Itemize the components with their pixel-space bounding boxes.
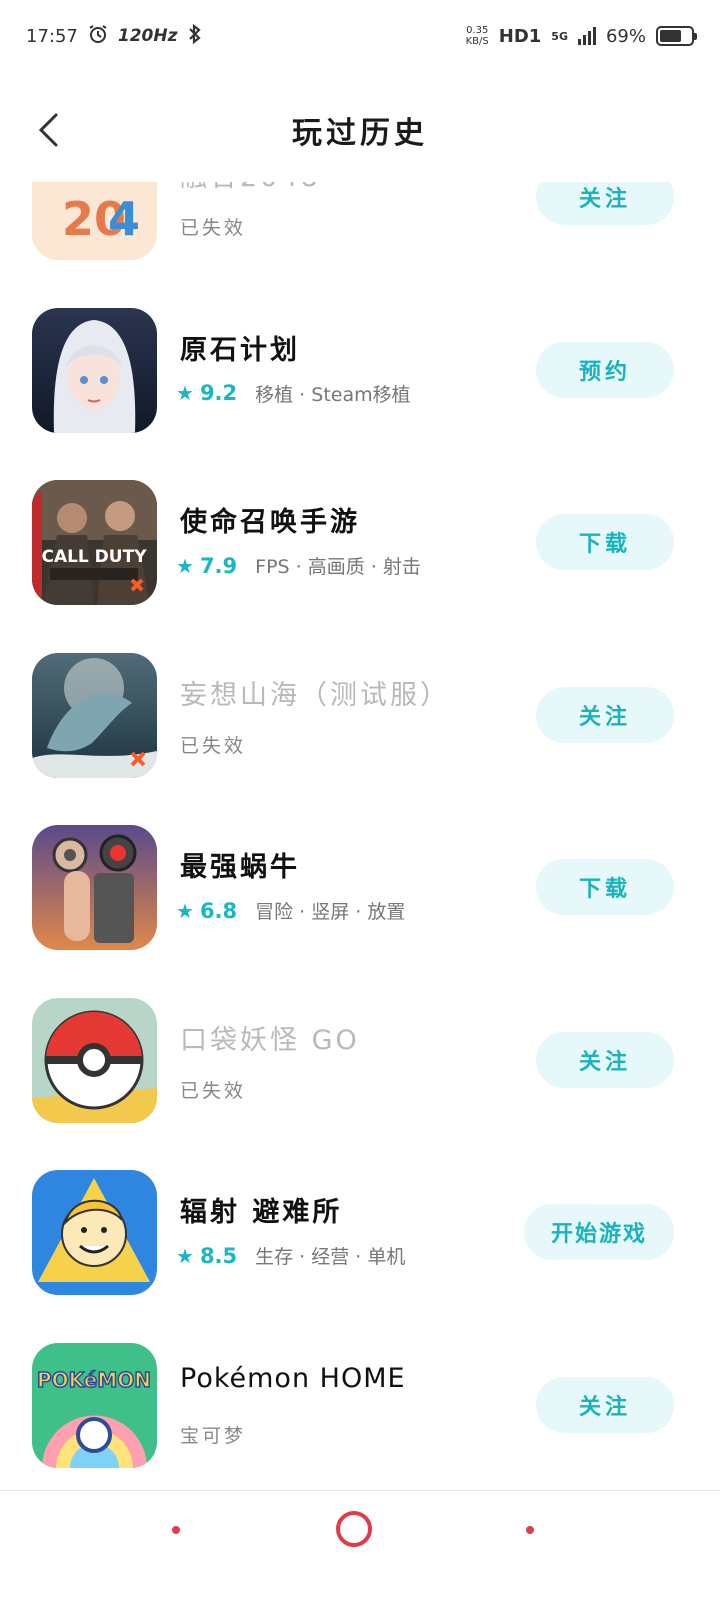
app-status: 已失效: [180, 734, 247, 757]
star-icon: ★: [176, 381, 194, 405]
system-nav-bar: [0, 1490, 720, 1600]
hd-indicator: HD1: [498, 25, 542, 47]
follow-button[interactable]: 关注: [536, 1031, 674, 1088]
snail-icon: [32, 825, 157, 950]
app-name: 原石计划: [180, 334, 300, 366]
nav-home-button[interactable]: [336, 1511, 372, 1547]
battery-icon: [656, 26, 697, 46]
pokemon-home-icon: POKéMON: [32, 1342, 157, 1468]
svg-text:4: 4: [108, 192, 140, 246]
status-bar: 17:57 120Hz 0.35 KB/S HD1 5G 69%: [0, 0, 720, 72]
battery-percent: 69%: [605, 25, 646, 47]
anime-girl-icon: [32, 307, 157, 433]
header: 玩过历史: [0, 80, 720, 180]
app-subtitle: 宝可梦: [180, 1424, 247, 1447]
app-name: 妄想山海（测试服）: [180, 679, 450, 711]
list-item[interactable]: CALL DUTY 使命召唤手游 ★ 7.9 FPS · 高画质 · 射击 下载: [0, 460, 720, 633]
app-status: 已失效: [180, 217, 247, 239]
list-item[interactable]: 原石计划 ★ 9.2 移植 · Steam移植 预约: [0, 288, 720, 461]
list-item[interactable]: 口袋妖怪 GO 已失效 关注: [0, 978, 720, 1151]
signal-icon: [577, 27, 596, 45]
app-name: 口袋妖怪 GO: [180, 1024, 360, 1056]
list-item[interactable]: POKéMON Pokémon HOME 宝可梦 关注: [0, 1323, 720, 1491]
app-meta: ★ 9.2 移植 · Steam移植: [176, 380, 411, 407]
nav-back-button[interactable]: [172, 1526, 180, 1534]
list-item[interactable]: 妄想山海（测试服） 已失效 关注: [0, 633, 720, 806]
rating: 9.2: [199, 381, 238, 405]
list-item[interactable]: 20 4 融合2048 已失效 关注: [0, 182, 720, 288]
page-title: 玩过历史: [292, 116, 428, 151]
download-button[interactable]: 下载: [536, 859, 674, 915]
alarm-icon: [88, 24, 108, 49]
reserve-button[interactable]: 预约: [536, 341, 674, 398]
chevron-left-icon: [38, 113, 58, 147]
nav-recents-button[interactable]: [526, 1526, 534, 1534]
app-tags: FPS · 高画质 · 射击: [255, 556, 421, 578]
2048-icon: 20 4: [32, 182, 157, 260]
app-name: 融合2048: [180, 182, 321, 194]
app-name: 最强蜗牛: [180, 852, 300, 883]
call-of-duty-icon: CALL DUTY: [32, 480, 157, 605]
app-meta: ★ 8.5 生存 · 经营 · 单机: [176, 1242, 405, 1269]
icon-text: POKéMON: [37, 1368, 151, 1392]
app-tags: 生存 · 经营 · 单机: [255, 1246, 406, 1268]
follow-button[interactable]: 关注: [536, 686, 674, 743]
app-status: 已失效: [180, 1079, 247, 1102]
star-icon: ★: [176, 1243, 194, 1268]
refresh-rate: 120Hz: [117, 26, 178, 46]
follow-button[interactable]: 关注: [536, 182, 674, 225]
app-tags: 冒险 · 竖屏 · 放置: [255, 901, 406, 923]
net-speed: 0.35 KB/S: [466, 25, 489, 47]
list-item[interactable]: 最强蜗牛 ★ 6.8 冒险 · 竖屏 · 放置 下载: [0, 805, 720, 978]
rating: 8.5: [199, 1243, 238, 1268]
whale-icon: [32, 652, 157, 778]
list-item[interactable]: 辐射 避难所 ★ 8.5 生存 · 经营 · 单机 开始游戏: [0, 1150, 720, 1323]
app-name: Pokémon HOME: [180, 1362, 406, 1394]
rating: 7.9: [199, 553, 238, 578]
start-game-button[interactable]: 开始游戏: [524, 1204, 674, 1260]
game-history-list[interactable]: 20 4 融合2048 已失效 关注: [0, 182, 720, 1490]
download-button[interactable]: 下载: [536, 514, 674, 570]
follow-button[interactable]: 关注: [536, 1376, 674, 1433]
star-icon: ★: [176, 553, 194, 578]
app-name: 辐射 避难所: [180, 1197, 343, 1228]
rating: 6.8: [199, 898, 238, 923]
net-speed-value: 0.35: [466, 25, 489, 36]
vault-boy-icon: [32, 1170, 157, 1295]
app-meta: ★ 7.9 FPS · 高画质 · 射击: [176, 552, 421, 579]
net-speed-unit: KB/S: [465, 36, 489, 47]
app-tags: 移植 · Steam移植: [255, 383, 411, 406]
network-type: 5G: [551, 29, 568, 43]
back-button[interactable]: [28, 108, 68, 152]
pokeball-icon: [32, 997, 157, 1123]
bluetooth-icon: [187, 23, 203, 50]
app-meta: ★ 6.8 冒险 · 竖屏 · 放置: [176, 897, 405, 924]
battery-fill: [660, 30, 681, 42]
app-name: 使命召唤手游: [180, 507, 360, 538]
icon-text: CALL DUTY: [41, 547, 147, 567]
star-icon: ★: [176, 898, 194, 923]
status-time: 17:57: [26, 25, 78, 47]
